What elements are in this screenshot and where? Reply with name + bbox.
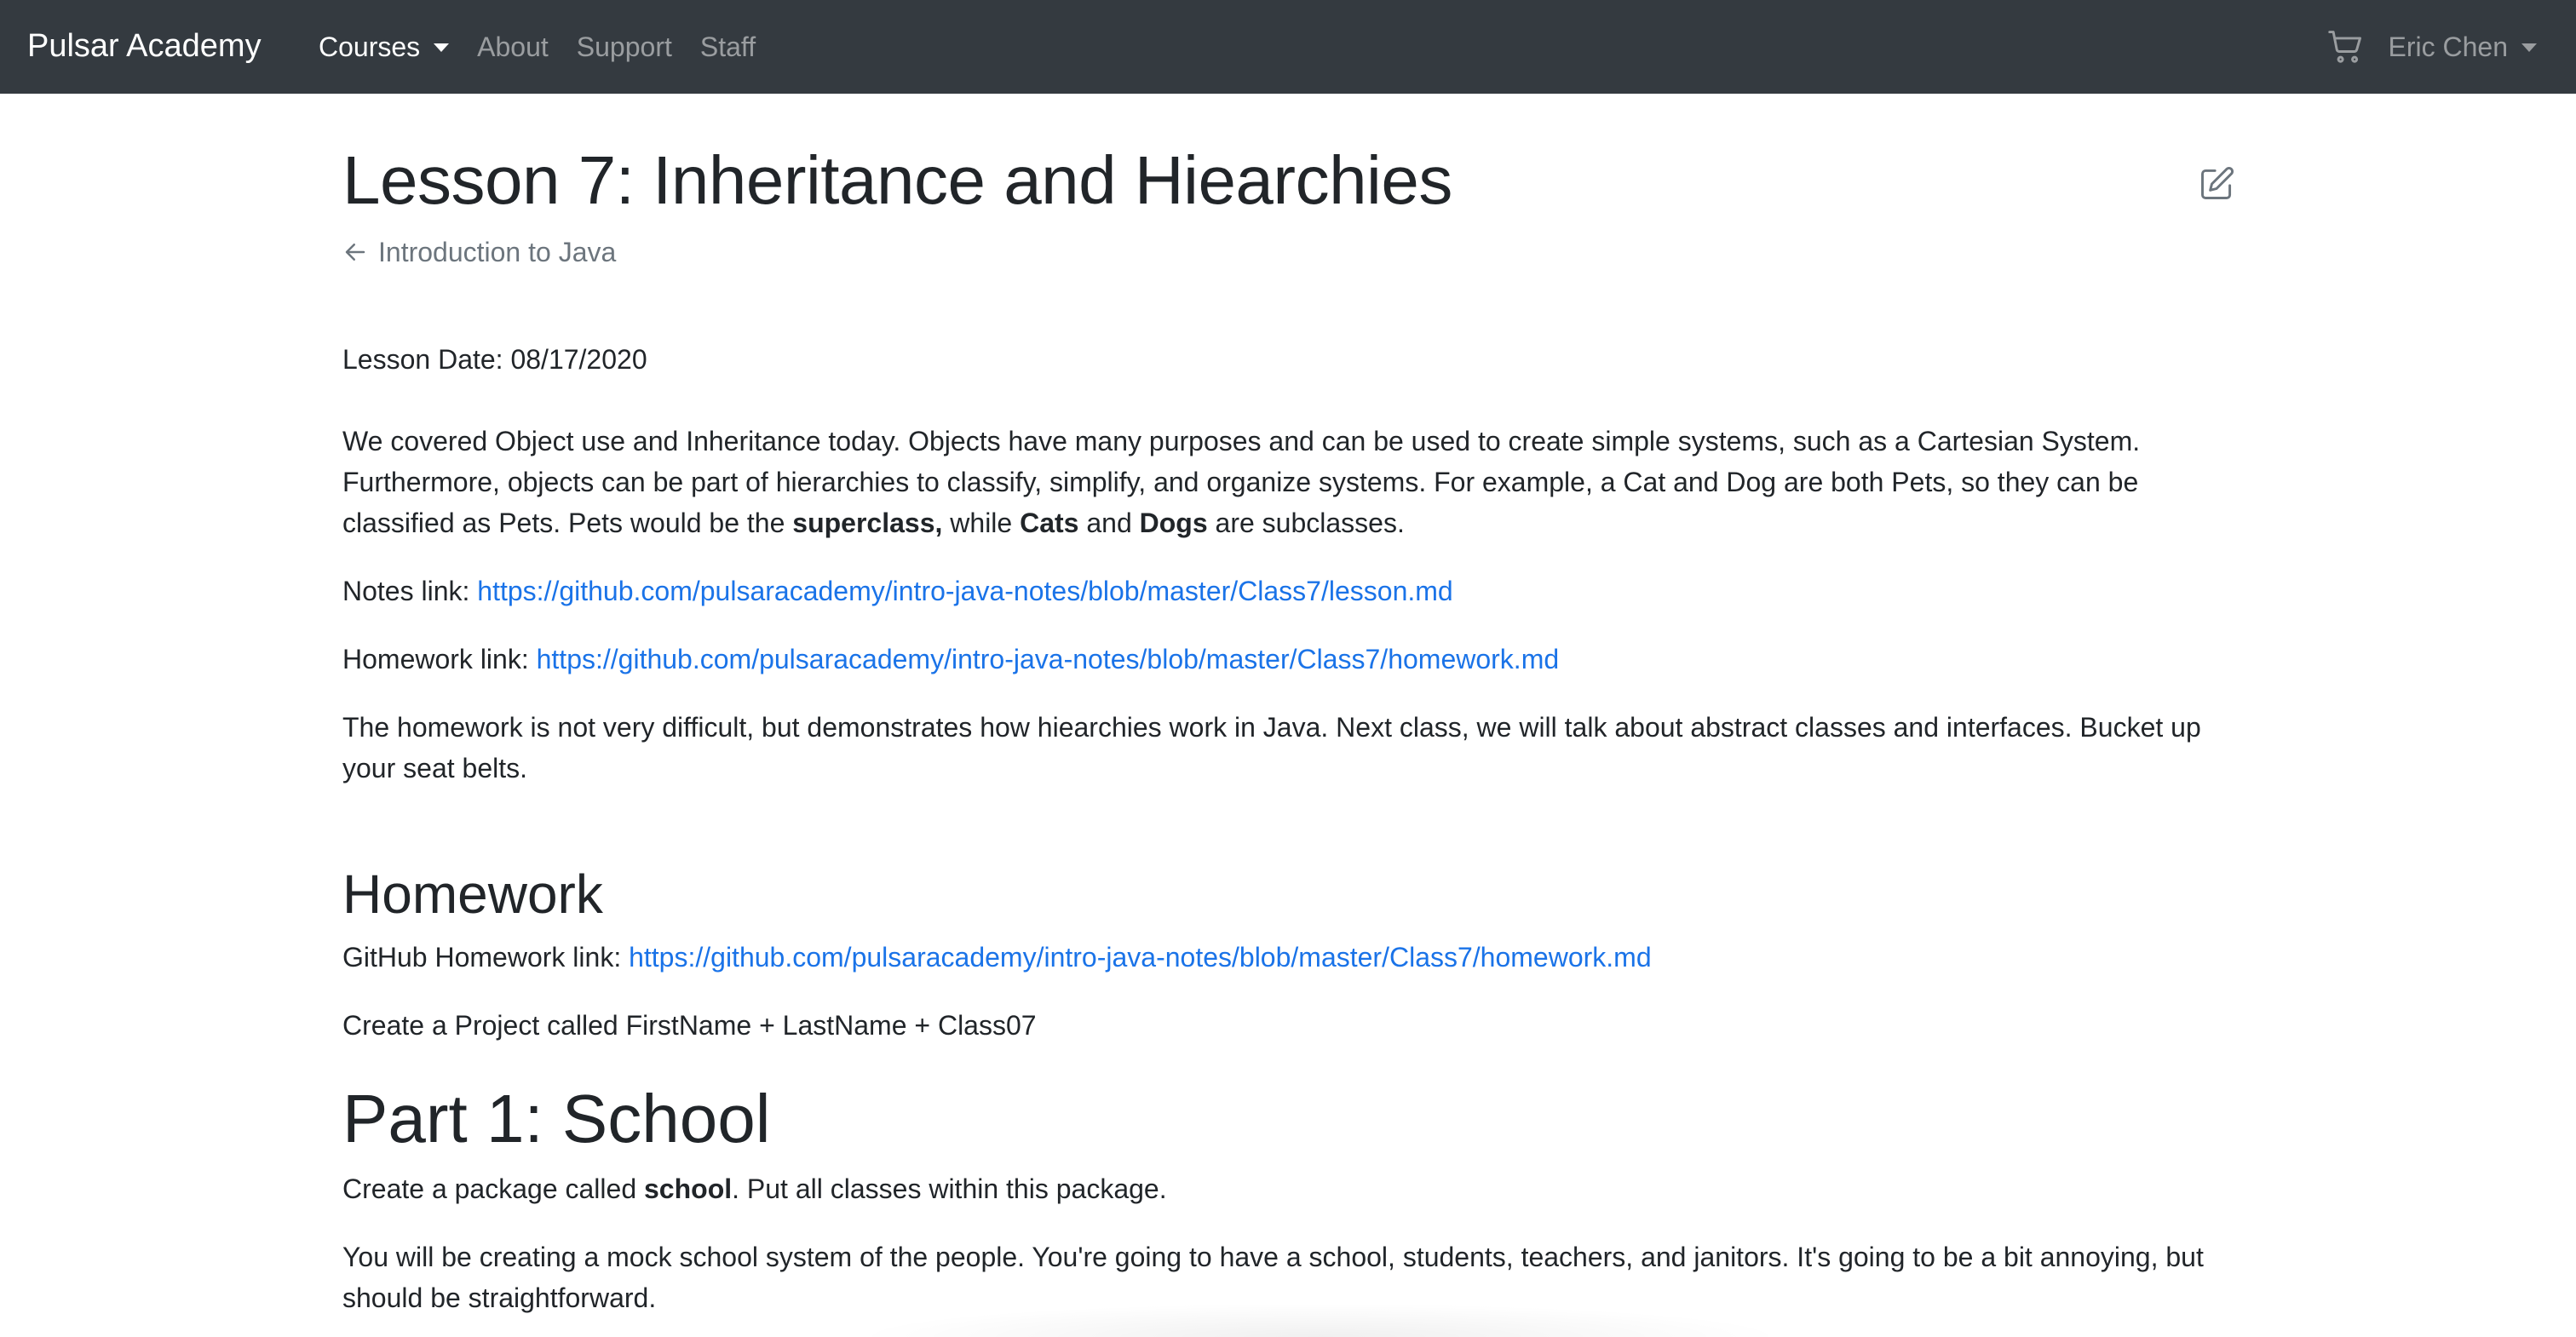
- github-homework-line: GitHub Homework link: https://github.com…: [342, 937, 2234, 978]
- notes-line: Notes link: https://github.com/pulsaraca…: [342, 571, 2234, 611]
- package-name-bold: school: [644, 1173, 733, 1204]
- homework-heading: Homework: [342, 864, 603, 925]
- summary-text-3: and: [1078, 508, 1140, 538]
- package-text-post: . Put all classes within this package.: [732, 1173, 1167, 1204]
- chevron-down-icon: [434, 43, 450, 52]
- user-name-label: Eric Chen: [2388, 32, 2509, 62]
- lesson-summary: We covered Object use and Inheritance to…: [342, 421, 2234, 543]
- github-homework-label: GitHub Homework link:: [342, 942, 630, 973]
- summary-bold-superclass: superclass,: [792, 508, 943, 538]
- user-menu-dropdown[interactable]: Eric Chen: [2388, 26, 2537, 68]
- nav-support-link[interactable]: Support: [577, 26, 672, 68]
- top-navbar: Pulsar Academy Courses About Support Sta…: [0, 0, 2576, 94]
- summary-text-2: while: [942, 508, 1021, 538]
- edit-pencil-icon[interactable]: [2198, 165, 2235, 203]
- summary-bold-dogs: Dogs: [1139, 508, 1208, 538]
- homework-label: Homework link:: [342, 644, 537, 674]
- brand-logo-link[interactable]: Pulsar Academy: [27, 24, 262, 68]
- chevron-down-icon: [2521, 43, 2537, 52]
- lesson-title: Lesson 7: Inheritance and Hiearchies: [342, 142, 1452, 218]
- lesson-date: Lesson Date: 08/17/2020: [342, 344, 647, 375]
- back-link-label: Introduction to Java: [378, 237, 617, 267]
- arrow-left-icon: [345, 244, 365, 261]
- nav-about-link[interactable]: About: [477, 26, 549, 68]
- notes-label: Notes link:: [342, 576, 478, 606]
- notes-link[interactable]: https://github.com/pulsaracademy/intro-j…: [477, 576, 1452, 606]
- nav-courses-label: Courses: [319, 32, 421, 62]
- lesson-closing: The homework is not very difficult, but …: [342, 712, 2201, 783]
- nav-staff-link[interactable]: Staff: [700, 26, 756, 68]
- scroll-fade: [852, 1303, 1789, 1337]
- homework-link[interactable]: https://github.com/pulsaracademy/intro-j…: [537, 644, 1560, 674]
- summary-bold-cats: Cats: [1020, 508, 1079, 538]
- nav-right: Eric Chen: [2327, 26, 2537, 68]
- github-homework-link[interactable]: https://github.com/pulsaracademy/intro-j…: [629, 942, 1652, 973]
- summary-text-4: are subclasses.: [1207, 508, 1405, 538]
- back-to-course-link[interactable]: Introduction to Java: [342, 232, 616, 273]
- package-instructions: Create a package called school. Put all …: [342, 1168, 2234, 1209]
- homework-line: Homework link: https://github.com/pulsar…: [342, 639, 2234, 680]
- shopping-cart-icon[interactable]: [2327, 28, 2365, 66]
- create-project-text: Create a Project called FirstName + Last…: [342, 1010, 1037, 1041]
- nav-links: Courses About Support Staff: [319, 26, 784, 68]
- package-text-pre: Create a package called: [342, 1173, 644, 1204]
- nav-courses-dropdown[interactable]: Courses: [319, 26, 450, 68]
- part1-heading: Part 1: School: [342, 1081, 771, 1156]
